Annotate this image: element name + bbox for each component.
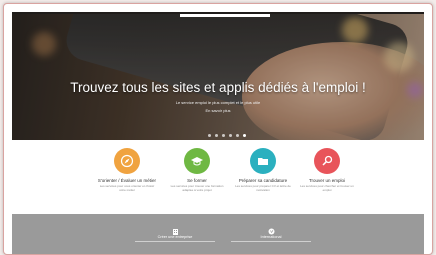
card-title: Trouver un emploi xyxy=(308,178,346,183)
card-description: Les services pour trouver une formation … xyxy=(170,184,224,192)
graduation-cap-icon xyxy=(184,148,210,174)
site-logo[interactable] xyxy=(180,14,270,17)
globe-icon xyxy=(268,222,275,235)
hero-banner[interactable]: Trouvez tous les sites et applis dédiés … xyxy=(12,12,424,140)
secondary-band: Créer une entreprise International xyxy=(12,214,424,254)
card-title: S'orienter / Évaluer un métier xyxy=(97,178,157,183)
card-job-search[interactable]: Trouver un emploi Les services pour cher… xyxy=(292,148,362,193)
browser-frame: Trouvez tous les sites et applis dédiés … xyxy=(3,3,433,255)
folder-icon xyxy=(250,148,276,174)
hero-more-link[interactable]: En savoir plus xyxy=(12,108,424,113)
bottom-label: International xyxy=(260,235,282,239)
carousel-dot[interactable] xyxy=(208,134,211,137)
carousel-dot[interactable] xyxy=(222,134,225,137)
hero-title: Trouvez tous les sites et applis dédiés … xyxy=(70,80,366,95)
hero-subtitle: Le service emploi le plus complet et le … xyxy=(175,100,261,105)
card-title: Se former xyxy=(187,178,207,183)
divider xyxy=(231,241,311,242)
card-application[interactable]: Préparer sa candidature Les services pou… xyxy=(228,148,298,193)
card-title: Préparer sa candidature xyxy=(238,178,288,183)
card-description: Les services pour vous orienter et chois… xyxy=(99,184,155,192)
card-training[interactable]: Se former Les services pour trouver une … xyxy=(162,148,232,193)
card-orientation[interactable]: S'orienter / Évaluer un métier Les servi… xyxy=(92,148,162,193)
building-icon xyxy=(172,222,179,235)
carousel-dot[interactable] xyxy=(229,134,232,137)
carousel-dot[interactable] xyxy=(215,134,218,137)
compass-icon xyxy=(114,148,140,174)
international-link[interactable]: International xyxy=(226,222,316,242)
service-cards: S'orienter / Évaluer un métier Les servi… xyxy=(12,144,424,214)
create-business-link[interactable]: Créer une entreprise xyxy=(130,222,220,242)
card-description: Les services pour préparer CV et lettre … xyxy=(235,184,291,192)
divider xyxy=(135,241,215,242)
carousel-dot[interactable] xyxy=(243,134,246,137)
carousel-dots[interactable] xyxy=(208,134,246,137)
carousel-dot[interactable] xyxy=(236,134,239,137)
card-description: Les services pour chercher et trouver un… xyxy=(300,184,354,192)
bottom-label: Créer une entreprise xyxy=(157,235,193,239)
hero-overlay xyxy=(12,12,424,140)
search-icon xyxy=(314,148,340,174)
